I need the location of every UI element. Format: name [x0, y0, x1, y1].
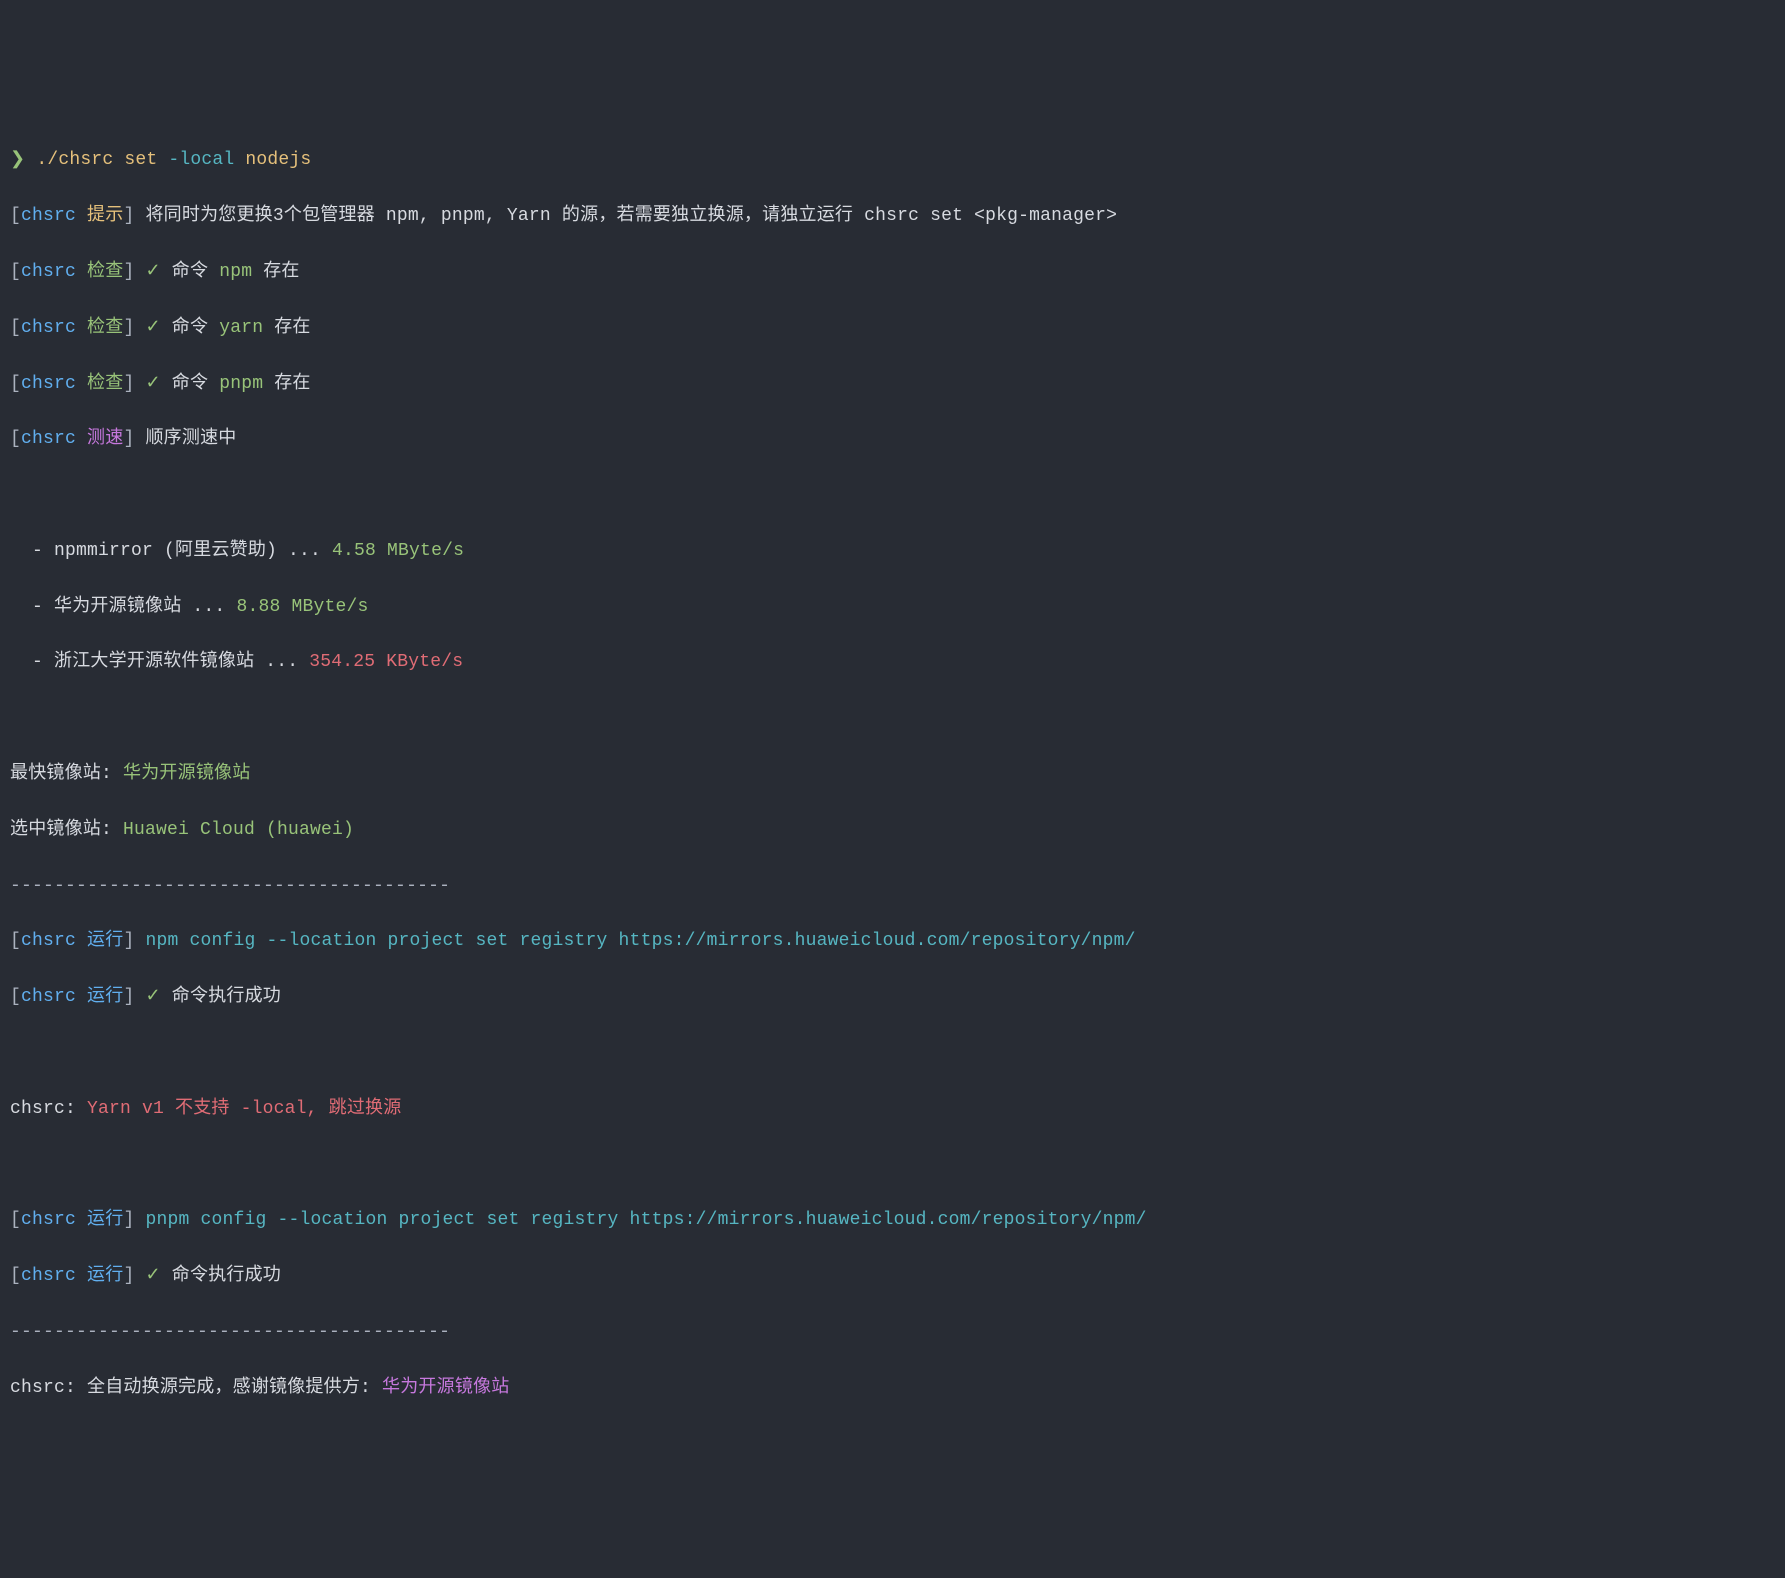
run-line-pnpm: [chsrc 运行] pnpm config --location projec…: [10, 1207, 1775, 1235]
run-label: 运行: [87, 931, 123, 951]
run-command: npm config --location project set regist…: [145, 931, 1135, 951]
selected-mirror-value: Huawei Cloud (huawei): [123, 820, 354, 840]
divider: ----------------------------------------: [10, 873, 1775, 901]
command-line[interactable]: ❯ ./chsrc set -local nodejs: [10, 147, 1775, 175]
run-ok-line: [chsrc 运行] ✓ 命令执行成功: [10, 984, 1775, 1012]
check-line-yarn: [chsrc 检查] ✓ 命令 yarn 存在: [10, 315, 1775, 343]
check-line-npm: [chsrc 检查] ✓ 命令 npm 存在: [10, 259, 1775, 287]
terminal-output: ❯ ./chsrc set -local nodejs [chsrc 提示] 将…: [10, 120, 1775, 1431]
mirror-row: - npmmirror (阿里云赞助) ... 4.58 MByte/s: [10, 538, 1775, 566]
check-icon: ✓: [145, 1266, 160, 1286]
selected-line: 选中镜像站: Huawei Cloud (huawei): [10, 817, 1775, 845]
speed-header-line: [chsrc 测速] 顺序测速中: [10, 426, 1775, 454]
hint-label: 提示: [87, 206, 123, 226]
prompt-symbol: ❯: [10, 150, 25, 170]
check-line-pnpm: [chsrc 检查] ✓ 命令 pnpm 存在: [10, 371, 1775, 399]
command-binary: ./chsrc: [36, 150, 113, 170]
final-provider: 华为开源镜像站: [382, 1378, 509, 1398]
mirror-row: - 浙江大学开源软件镜像站 ... 354.25 KByte/s: [10, 649, 1775, 677]
speed-label: 测速: [87, 429, 123, 449]
check-label: 检查: [87, 262, 123, 282]
mirror-speed: 354.25 KByte/s: [309, 652, 463, 672]
mirror-name: npmmirror (阿里云赞助) ...: [54, 541, 332, 561]
pkg-name: yarn: [219, 318, 263, 338]
pkg-name: npm: [219, 262, 252, 282]
command-arg: nodejs: [245, 150, 311, 170]
fastest-line: 最快镜像站: 华为开源镜像站: [10, 761, 1775, 789]
check-icon: ✓: [145, 318, 160, 338]
mirror-speed: 4.58 MByte/s: [332, 541, 464, 561]
check-icon: ✓: [145, 262, 160, 282]
blank-line: [10, 705, 1775, 733]
command-subcommand: set: [124, 150, 157, 170]
blank-line: [10, 482, 1775, 510]
check-icon: ✓: [145, 987, 160, 1007]
fastest-mirror-value: 华为开源镜像站: [123, 764, 250, 784]
run-ok-line: [chsrc 运行] ✓ 命令执行成功: [10, 1263, 1775, 1291]
run-line-npm: [chsrc 运行] npm config --location project…: [10, 928, 1775, 956]
blank-line: [10, 1040, 1775, 1068]
command-flag: -local: [168, 150, 234, 170]
yarn-skip-text: Yarn v1 不支持 -local, 跳过换源: [87, 1099, 401, 1119]
hint-line: [chsrc 提示] 将同时为您更换3个包管理器 npm, pnpm, Yarn…: [10, 203, 1775, 231]
check-icon: ✓: [145, 374, 160, 394]
mirror-name: 华为开源镜像站 ...: [54, 597, 236, 617]
blank-line: [10, 1152, 1775, 1180]
mirror-name: 浙江大学开源软件镜像站 ...: [54, 652, 309, 672]
mirror-row: - 华为开源镜像站 ... 8.88 MByte/s: [10, 594, 1775, 622]
yarn-skip-line: chsrc: Yarn v1 不支持 -local, 跳过换源: [10, 1096, 1775, 1124]
final-line: chsrc: 全自动换源完成，感谢镜像提供方: 华为开源镜像站: [10, 1375, 1775, 1403]
mirror-speed: 8.88 MByte/s: [236, 597, 368, 617]
divider: ----------------------------------------: [10, 1319, 1775, 1347]
pkg-name: pnpm: [219, 374, 263, 394]
run-command: pnpm config --location project set regis…: [145, 1210, 1146, 1230]
tag-name: chsrc: [21, 206, 76, 226]
